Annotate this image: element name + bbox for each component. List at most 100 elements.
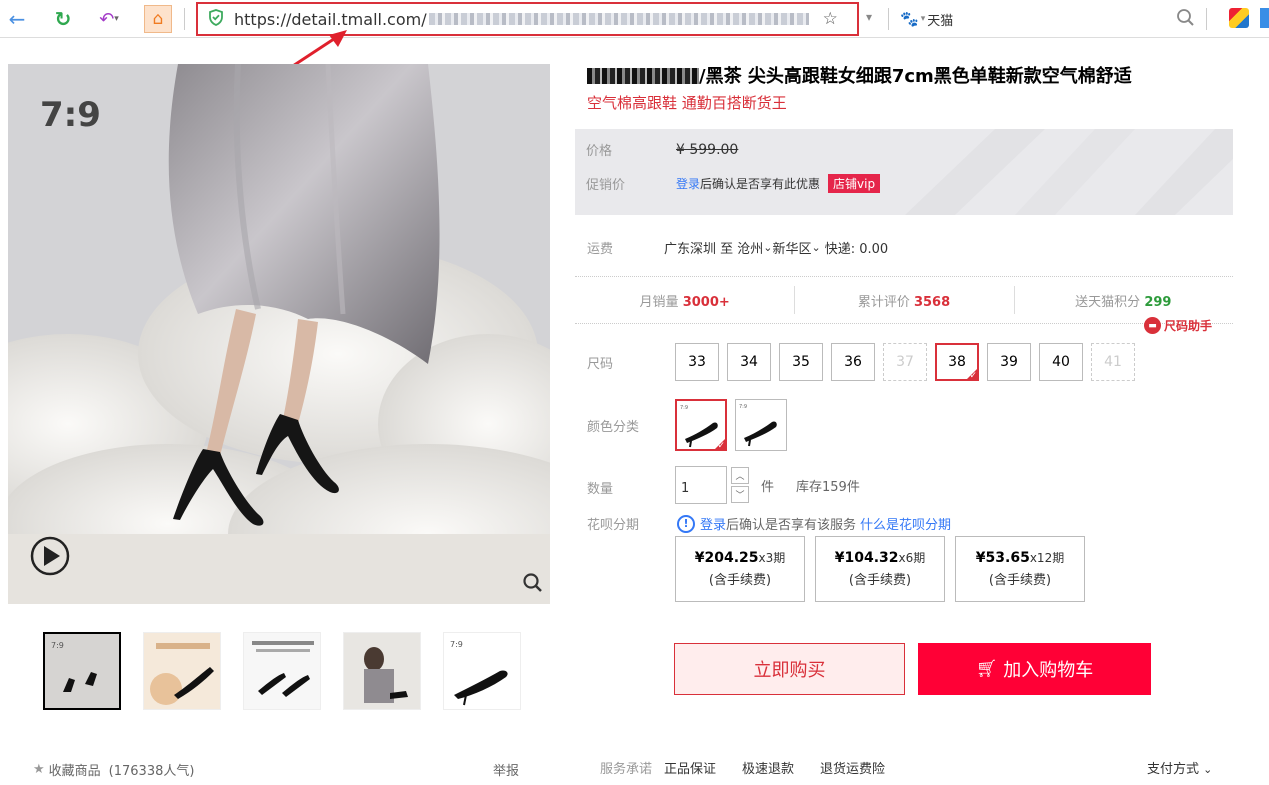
- size-option-40[interactable]: 40: [1039, 343, 1083, 381]
- back-icon[interactable]: ←: [6, 7, 28, 31]
- url-blurred: [428, 13, 809, 25]
- sales-stats: 月销量 3000+ 累计评价 3568 送天猫积分 299: [575, 276, 1233, 324]
- thumbnail-5[interactable]: 7:9: [443, 632, 521, 710]
- size-option-34[interactable]: 34: [727, 343, 771, 381]
- size-option-33[interactable]: 33: [675, 343, 719, 381]
- extension-icon[interactable]: [1229, 8, 1249, 28]
- qty-increase-icon[interactable]: ︿: [731, 467, 749, 484]
- undo-icon[interactable]: ↶ ▾: [92, 7, 126, 31]
- promise-return-shipping[interactable]: 退货运费险: [820, 758, 885, 777]
- original-price: ¥ 599.00: [676, 141, 739, 158]
- promo-text: 后确认是否享有此优惠: [700, 177, 821, 191]
- svg-text:7:9: 7:9: [739, 404, 747, 410]
- thumbnail-4[interactable]: [343, 632, 421, 710]
- svg-text:7:9: 7:9: [450, 640, 463, 649]
- installment-option-3[interactable]: ¥204.25x3期 (含手续费): [675, 536, 805, 602]
- browser-toolbar: ← ↻ ↶ ▾ ⌂ https://detail.tmall.com/ ☆ ▾ 🐾…: [0, 0, 1269, 38]
- quantity-stepper: ︿ ﹀: [731, 467, 749, 503]
- size-selector: 尺码 33 34 35 36 37 38 ✓ 39 40 41: [587, 343, 1143, 381]
- color-option-black-1[interactable]: 7:9 ✓: [675, 399, 727, 451]
- color-option-black-2[interactable]: 7:9: [735, 399, 787, 451]
- huabei-info: ! 登录 后确认是否享有该服务 什么是花呗分期: [677, 514, 951, 533]
- cart-icon: 🛒︎: [975, 659, 998, 679]
- vip-badge: 店铺vip: [828, 174, 881, 193]
- size-helper-button[interactable]: ▬ 尺码助手: [1144, 317, 1212, 334]
- search-box[interactable]: 🐾 ▾ 天猫: [900, 6, 1200, 32]
- thumbnail-1[interactable]: 7:9: [43, 632, 121, 710]
- bookmark-star-icon[interactable]: ☆: [823, 9, 838, 29]
- payment-methods[interactable]: 支付方式 ⌄: [1147, 758, 1212, 777]
- shipping-city-dropdown-icon[interactable]: ⌄: [763, 241, 772, 254]
- svg-text:7:9: 7:9: [51, 641, 64, 650]
- promise-fast-refund[interactable]: 极速退款: [742, 758, 794, 777]
- review-count[interactable]: 累计评价 3568: [794, 285, 1013, 314]
- size-option-39[interactable]: 39: [987, 343, 1031, 381]
- address-dropdown-icon[interactable]: ▾: [866, 10, 872, 24]
- extension-icon-2[interactable]: [1260, 8, 1269, 28]
- ruler-icon: ▬: [1144, 317, 1161, 334]
- search-engine-icon: 🐾: [900, 10, 919, 28]
- info-icon: !: [677, 514, 695, 533]
- home-icon[interactable]: ⌂: [144, 5, 172, 33]
- qty-unit: 件: [761, 479, 775, 495]
- huabei-text: 后确认是否享有该服务: [726, 518, 857, 533]
- qty-decrease-icon[interactable]: ﹀: [731, 486, 749, 503]
- chevron-down-icon: ⌄: [1203, 763, 1213, 776]
- price-label: 价格: [586, 144, 613, 159]
- search-engine-dropdown-icon[interactable]: ▾: [921, 14, 926, 24]
- size-option-37: 37: [883, 343, 927, 381]
- add-to-cart-button[interactable]: 🛒︎ 加入购物车: [918, 643, 1151, 695]
- installment-plans: ¥204.25x3期 (含手续费) ¥104.32x6期 (含手续费) ¥53.…: [675, 536, 1085, 602]
- search-icon[interactable]: [1176, 8, 1196, 32]
- product-subtitle: 空气棉高跟鞋 通勤百搭断货王: [587, 94, 787, 112]
- size-option-35[interactable]: 35: [779, 343, 823, 381]
- main-product-image[interactable]: 7:9: [8, 64, 550, 604]
- size-option-36[interactable]: 36: [831, 343, 875, 381]
- brand-name-blurred: [587, 68, 699, 84]
- thumbnail-2[interactable]: [143, 632, 221, 710]
- refresh-icon[interactable]: ↻: [52, 7, 74, 31]
- shipping-label: 运费: [587, 242, 614, 257]
- color-label: 颜色分类: [587, 419, 640, 435]
- shipping-fee: 快递: 0.00: [824, 242, 889, 257]
- service-promises: 服务承诺 正品保证 极速退款 退货运费险: [600, 758, 885, 777]
- shipping-origin: 广东深圳 至 沧州: [664, 242, 764, 257]
- stock-count: 库存159件: [796, 479, 860, 495]
- promo-login-link[interactable]: 登录: [676, 175, 700, 192]
- color-selector: 颜色分类 7:9 ✓ 7:9: [587, 399, 795, 451]
- quantity-input[interactable]: 1: [675, 466, 727, 504]
- huabei-login-link[interactable]: 登录: [700, 514, 726, 533]
- installment-option-6[interactable]: ¥104.32x6期 (含手续费): [815, 536, 945, 602]
- promise-authentic[interactable]: 正品保证: [664, 758, 716, 777]
- price-panel: 价格 ¥ 599.00 促销价 登录 后确认是否享有此优惠 店铺vip: [575, 129, 1233, 215]
- qty-label: 数量: [587, 482, 614, 497]
- check-icon: ✓: [969, 371, 977, 381]
- star-icon: ★: [33, 762, 45, 777]
- thumbnail-strip: 7:9 7:9: [43, 632, 521, 710]
- installment-option-12[interactable]: ¥53.65x12期 (含手续费): [955, 536, 1085, 602]
- size-option-41: 41: [1091, 343, 1135, 381]
- huabei-label: 花呗分期: [587, 518, 640, 533]
- huabei-help-link[interactable]: 什么是花呗分期: [860, 514, 951, 533]
- report-link[interactable]: 举报: [493, 760, 519, 779]
- size-option-38[interactable]: 38 ✓: [935, 343, 979, 381]
- tmall-points: 送天猫积分 299: [1013, 285, 1233, 314]
- check-icon: ✓: [717, 441, 725, 451]
- play-video-button[interactable]: [30, 536, 70, 576]
- zoom-icon[interactable]: [522, 572, 544, 598]
- shipping-destination[interactable]: 新华区: [772, 238, 811, 257]
- quantity-row: 数量 1 ︿ ﹀ 件 库存159件: [587, 466, 860, 504]
- search-input[interactable]: 天猫: [927, 10, 953, 29]
- shipping-row: 运费 广东深圳 至 沧州 ⌄ 新华区 ⌄ 快递: 0.00: [587, 238, 888, 257]
- thumbnail-3[interactable]: [243, 632, 321, 710]
- buy-now-button[interactable]: 立即购买: [674, 643, 905, 695]
- monthly-sales: 月销量 3000+: [639, 294, 730, 310]
- promo-label: 促销价: [586, 178, 626, 193]
- huabei-row: 花呗分期 ! 登录 后确认是否享有该服务 什么是花呗分期: [587, 514, 951, 533]
- size-label: 尺码: [587, 356, 614, 372]
- shipping-district-dropdown-icon[interactable]: ⌄: [812, 241, 821, 254]
- promise-label: 服务承诺: [600, 762, 653, 777]
- favorite-product[interactable]: ★ 收藏商品 (176338人气): [33, 760, 194, 779]
- product-title: /黑茶 尖头高跟鞋女细跟7cm黑色单鞋新款空气棉舒适: [587, 62, 1132, 88]
- brand-logo: 7:9: [40, 95, 101, 135]
